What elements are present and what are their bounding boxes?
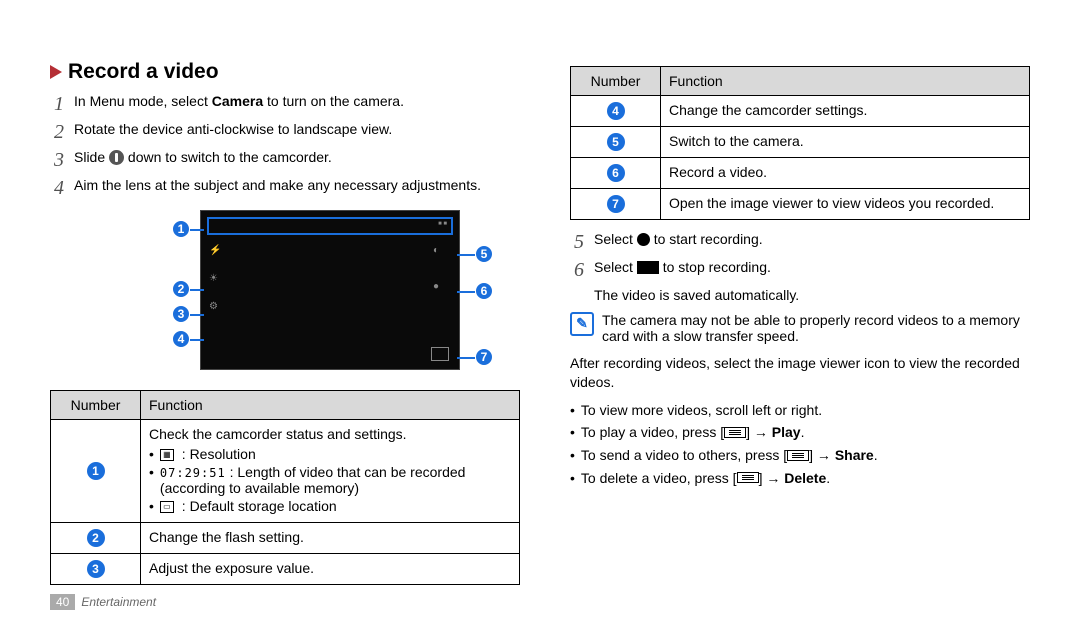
status-bar-highlight: ■ ■ [207, 217, 453, 235]
col-header-number: Number [571, 67, 661, 96]
note-box: ✎ The camera may not be able to properly… [570, 312, 1030, 344]
after-paragraph: After recording videos, select the image… [570, 354, 1030, 393]
index-badge-6: 6 [607, 164, 625, 182]
section-heading: Record a video [68, 60, 219, 84]
index-badge-4: 4 [607, 102, 625, 120]
bullet-3: To send a video to others, press [] → Sh… [581, 446, 878, 466]
post-bullets: •To view more videos, scroll left or rig… [570, 401, 1030, 488]
step-number: 4 [50, 176, 64, 200]
index-badge-3: 3 [87, 560, 105, 578]
col-header-function: Function [141, 391, 520, 420]
step-number: 1 [50, 92, 64, 116]
page-footer: 40 Entertainment [50, 595, 156, 609]
note-text: The camera may not be able to properly r… [602, 312, 1030, 344]
heading-row: Record a video [50, 60, 520, 84]
screen-preview: ■ ■ ⚡ ☀ ⚙ ◐ ● [200, 210, 460, 370]
callout-3: 3 [172, 305, 190, 323]
section-name: Entertainment [81, 595, 156, 609]
step-number: 2 [50, 120, 64, 144]
step-number: 5 [570, 230, 584, 254]
callout-7: 7 [475, 348, 493, 366]
index-badge-1: 1 [87, 462, 105, 480]
menu-key-icon [737, 472, 759, 483]
callout-5: 5 [475, 245, 493, 263]
step-6-text: Select to stop recording. [594, 258, 771, 278]
row2-text: Change the flash setting. [141, 523, 520, 554]
callout-1: 1 [172, 220, 190, 238]
index-badge-5: 5 [607, 133, 625, 151]
step-4-text: Aim the lens at the subject and make any… [74, 176, 481, 196]
resolution-icon: ▦ [160, 449, 174, 461]
step-6-note: The video is saved automatically. [594, 286, 1030, 306]
switch-camera-icon: ◐ [433, 245, 449, 259]
step-1-text: In Menu mode, select Camera to turn on t… [74, 92, 404, 112]
exposure-icon: ☀ [209, 273, 225, 287]
table-row: 4Change the camcorder settings. [571, 96, 1030, 127]
bullet-1: To view more videos, scroll left or righ… [581, 401, 822, 421]
note-icon: ✎ [570, 312, 594, 336]
row3-text: Adjust the exposure value. [141, 554, 520, 585]
table-row: 2 Change the flash setting. [51, 523, 520, 554]
record-icon [637, 233, 650, 246]
steps-list: 1 In Menu mode, select Camera to turn on… [50, 92, 520, 200]
table-row: 5Switch to the camera. [571, 127, 1030, 158]
storage-icon: ▭ [160, 501, 174, 513]
col-header-number: Number [51, 391, 141, 420]
table-row: 6Record a video. [571, 158, 1030, 189]
recording-length: 07:29:51 [160, 466, 226, 480]
record-button-icon: ● [433, 281, 449, 295]
callout-4: 4 [172, 330, 190, 348]
function-table-right: Number Function 4Change the camcorder se… [570, 66, 1030, 220]
manual-page: Record a video 1 In Menu mode, select Ca… [0, 0, 1080, 629]
table-row: 3 Adjust the exposure value. [51, 554, 520, 585]
callout-6: 6 [475, 282, 493, 300]
chevron-right-icon [50, 65, 62, 79]
page-number: 40 [50, 594, 75, 610]
index-badge-2: 2 [87, 529, 105, 547]
steps-list-right: 5 Select to start recording. 6 Select to… [570, 230, 1030, 282]
row1-intro: Check the camcorder status and settings. [149, 426, 407, 442]
status-bar-text: ■ ■ [438, 221, 447, 227]
step-number: 3 [50, 148, 64, 172]
table-row: 7Open the image viewer to view videos yo… [571, 189, 1030, 220]
function-table-left: Number Function 1 Check the camcorder st… [50, 390, 520, 585]
gallery-icon [431, 347, 449, 361]
bullet-2: To play a video, press [] → Play. [581, 423, 805, 443]
row1-bullets: •▦ : Resolution •07:29:51 : Length of vi… [149, 446, 511, 514]
step-2-text: Rotate the device anti-clockwise to land… [74, 120, 392, 140]
left-column: Record a video 1 In Menu mode, select Ca… [50, 60, 520, 599]
callout-2: 2 [172, 280, 190, 298]
right-column: Number Function 4Change the camcorder se… [570, 60, 1030, 599]
step-5-text: Select to start recording. [594, 230, 763, 250]
col-header-function: Function [661, 67, 1030, 96]
stop-icon [637, 261, 659, 274]
camcorder-diagram: ■ ■ ⚡ ☀ ⚙ ◐ ● 1 2 3 4 5 6 7 [140, 210, 520, 380]
menu-key-icon [724, 427, 746, 438]
slider-icon [109, 150, 124, 165]
menu-key-icon [787, 450, 809, 461]
index-badge-7: 7 [607, 195, 625, 213]
table-row: 1 Check the camcorder status and setting… [51, 420, 520, 523]
settings-icon: ⚙ [209, 301, 225, 315]
bullet-4: To delete a video, press [] → Delete. [581, 469, 830, 489]
step-number: 6 [570, 258, 584, 282]
step-3-text: Slide down to switch to the camcorder. [74, 148, 332, 168]
flash-icon: ⚡ [209, 245, 225, 259]
